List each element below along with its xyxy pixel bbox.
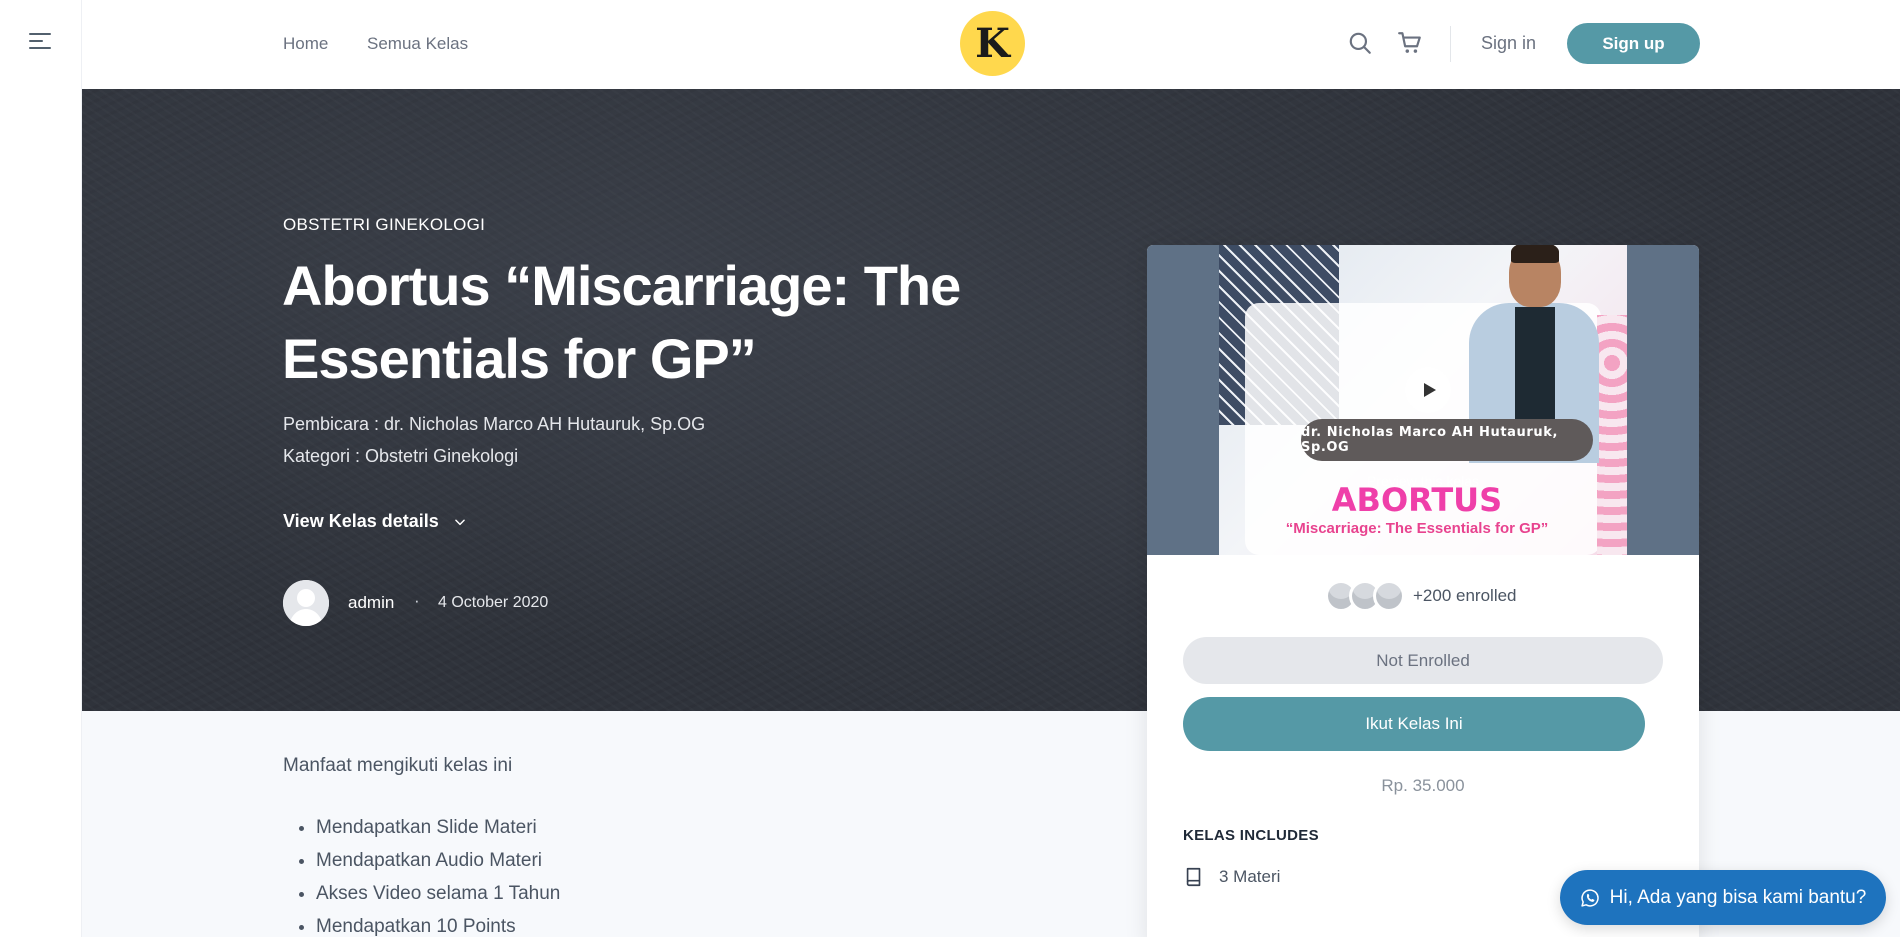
book-icon: [1186, 867, 1201, 887]
benefits-intro: Manfaat mengikuti kelas ini: [283, 755, 513, 776]
course-preview[interactable]: dr. Nicholas Marco AH Hutauruk, Sp.OG Pr…: [1147, 245, 1699, 555]
cart-icon[interactable]: [1397, 30, 1423, 56]
logo-letter: K: [975, 20, 1010, 67]
search-icon[interactable]: [1347, 30, 1373, 56]
course-speaker: Pembicara : dr. Nicholas Marco AH Hutaur…: [283, 414, 706, 434]
nav-home-link[interactable]: Home: [283, 34, 328, 54]
left-rail: [0, 0, 82, 937]
list-item: Mendapatkan Slide Materi: [316, 817, 683, 850]
sign-in-link[interactable]: Sign in: [1481, 33, 1536, 54]
thumbnail-title: ABORTUS: [1331, 481, 1503, 519]
whatsapp-chat-button[interactable]: Hi, Ada yang bisa kami bantu?: [1560, 870, 1886, 925]
includes-item: 3 Materi: [1183, 866, 1280, 888]
course-sidebar-card: dr. Nicholas Marco AH Hutauruk, Sp.OG Pr…: [1147, 245, 1699, 937]
join-class-button[interactable]: Ikut Kelas Ini: [1183, 697, 1645, 751]
view-details-label: View Kelas details: [283, 511, 439, 531]
course-price: Rp. 35.000: [1381, 776, 1465, 795]
enrollment-status: Not Enrolled: [1183, 637, 1663, 684]
thumbnail-subtitle: “Miscarriage: The Essentials for GP”: [1285, 520, 1549, 537]
thumbnail-speaker: dr. Nicholas Marco AH Hutauruk, Sp.OG: [1301, 419, 1593, 461]
author-avatar[interactable]: [283, 580, 329, 626]
course-date: 4 October 2020: [438, 594, 549, 611]
site-logo[interactable]: K: [960, 11, 1025, 76]
enrolled-avatars: [1325, 580, 1407, 612]
default-avatar-icon: [283, 580, 329, 626]
header-divider: [1450, 26, 1451, 62]
benefits-list: Mendapatkan Slide Materi Mendapatkan Aud…: [283, 817, 683, 937]
list-item: Akses Video selama 1 Tahun: [316, 883, 683, 916]
course-title: Abortus “Miscarriage: The Essentials for…: [282, 254, 961, 390]
list-item: Mendapatkan 10 Points: [316, 916, 683, 937]
course-content: Manfaat mengikuti kelas ini Mendapatkan …: [283, 755, 560, 937]
menu-icon[interactable]: [29, 33, 53, 53]
list-item: Mendapatkan Audio Materi: [316, 850, 683, 883]
author-name[interactable]: admin: [348, 593, 394, 613]
enrolled-text: +200 enrolled: [1413, 586, 1517, 605]
course-category[interactable]: OBSTETRI GINEKOLOGI: [283, 215, 485, 235]
nav-all-classes-link[interactable]: Semua Kelas: [367, 34, 468, 54]
whatsapp-icon: [1580, 888, 1599, 907]
chevron-down-icon: [454, 519, 465, 525]
meta-separator: ·: [414, 591, 420, 610]
chat-label: Hi, Ada yang bisa kami bantu?: [1609, 886, 1867, 908]
top-header: Home Semua Kelas K Sign in Sign up: [82, 0, 1900, 89]
play-icon[interactable]: [1405, 367, 1451, 413]
course-thumbnail[interactable]: dr. Nicholas Marco AH Hutauruk, Sp.OG Pr…: [1219, 245, 1627, 555]
view-details-toggle[interactable]: View Kelas details: [283, 511, 467, 532]
enrolled-count: +200 enrolled: [1325, 580, 1517, 612]
includes-item-label: 3 Materi: [1219, 867, 1281, 886]
includes-heading: KELAS INCLUDES: [1183, 827, 1319, 844]
course-category-line: Kategori : Obstetri Ginekologi: [283, 446, 519, 466]
sign-up-button[interactable]: Sign up: [1567, 23, 1700, 64]
